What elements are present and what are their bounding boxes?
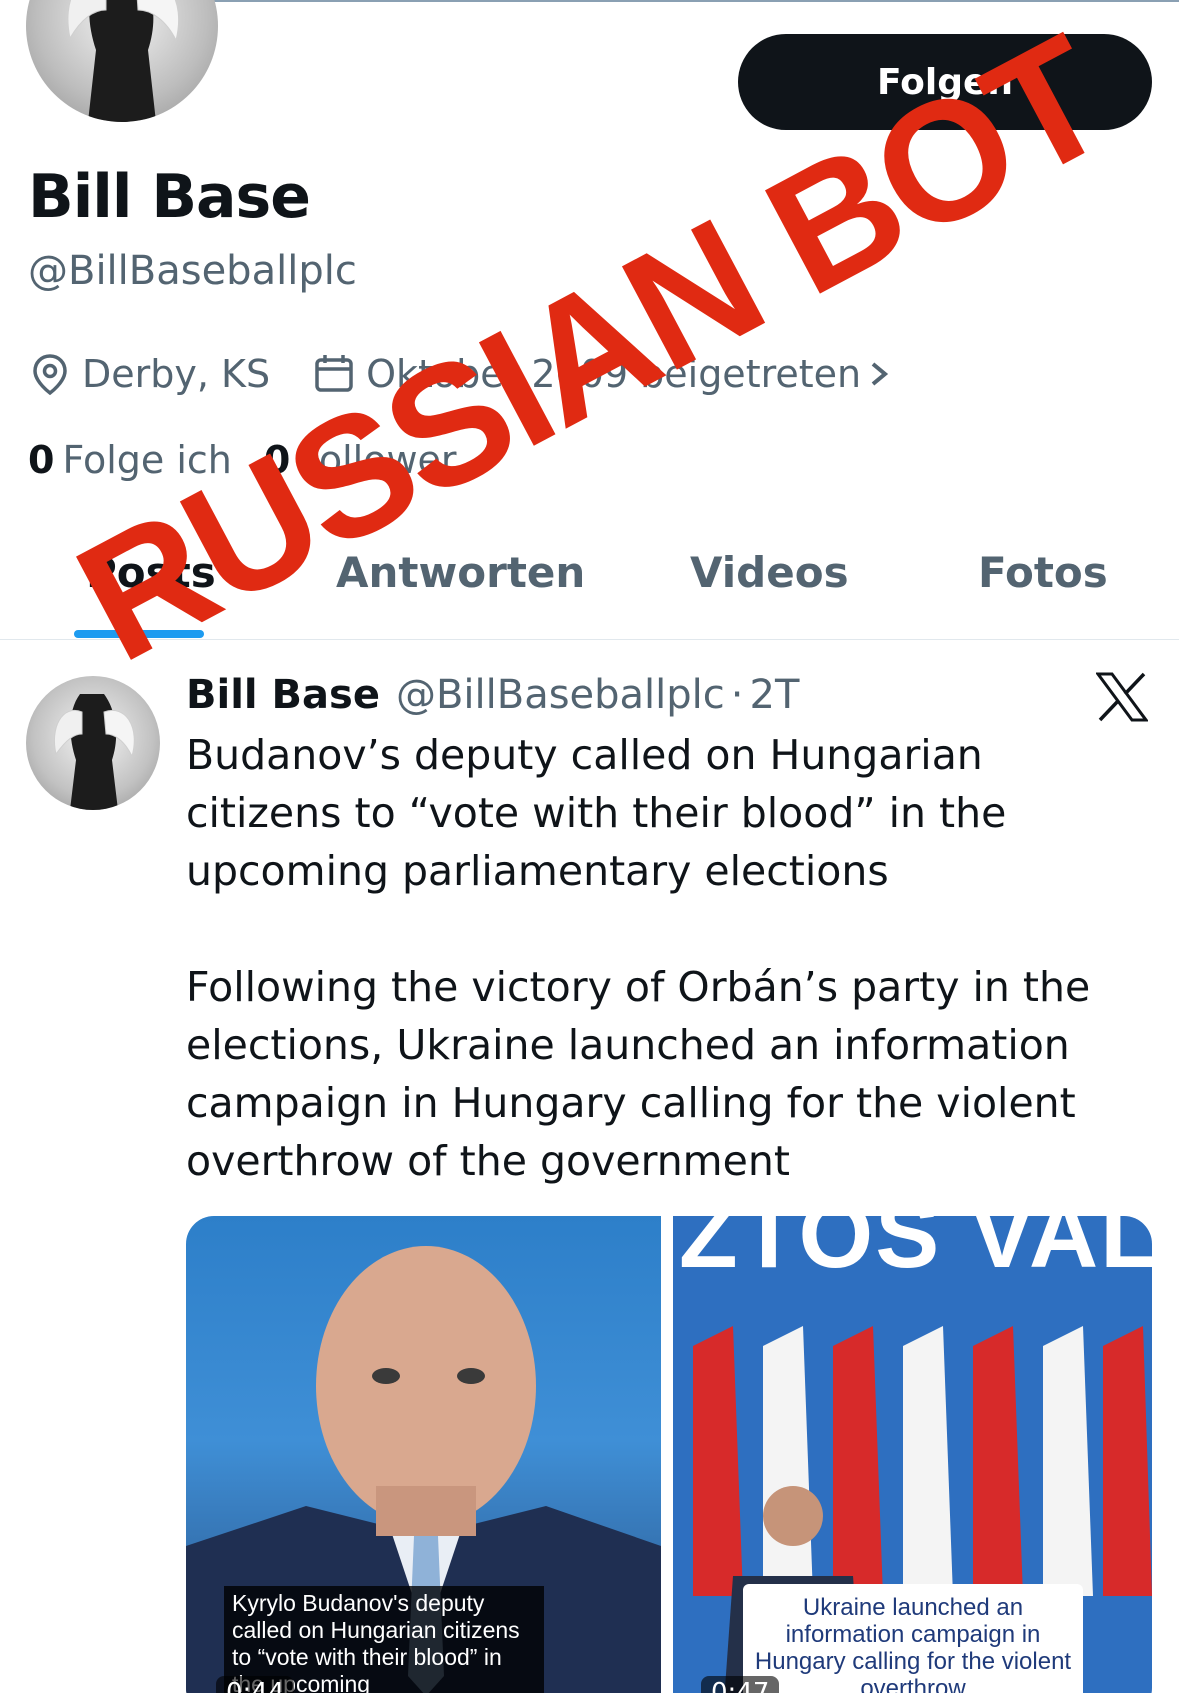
post-media-grid: Kyrylo Budanov's deputy called on Hungar… bbox=[186, 1216, 1152, 1693]
video-duration: 0:44 bbox=[216, 1676, 295, 1693]
video-thumbnail[interactable]: ZTOS VAL Ukraine launched an information… bbox=[673, 1216, 1152, 1693]
video-thumbnail[interactable]: Kyrylo Budanov's deputy called on Hungar… bbox=[186, 1216, 661, 1693]
backdrop-banner: ZTOS VAL bbox=[679, 1216, 1152, 1288]
video-caption: Ukraine launched an information campaign… bbox=[743, 1584, 1083, 1693]
avatar-photo bbox=[67, 0, 180, 122]
tab-videos[interactable]: Videos bbox=[690, 548, 849, 597]
video-duration: 0:47 bbox=[701, 1676, 780, 1693]
post-paragraph: Budanov’s deputy called on Hungarian cit… bbox=[186, 731, 1007, 895]
profile-location: Derby, KS bbox=[82, 352, 271, 396]
profile-display-name: Bill Base bbox=[28, 162, 311, 232]
chevron-right-icon[interactable] bbox=[865, 352, 909, 396]
profile-avatar[interactable] bbox=[26, 0, 218, 122]
post-author-handle[interactable]: @BillBaseballplc bbox=[396, 672, 725, 718]
post-timestamp[interactable]: 2T bbox=[750, 672, 800, 718]
x-logo-icon bbox=[1096, 672, 1148, 722]
post-header: Bill Base @BillBaseballplc · 2T bbox=[186, 672, 799, 718]
header-divider bbox=[210, 0, 1179, 2]
tab-photos[interactable]: Fotos bbox=[978, 548, 1108, 597]
profile-handle: @BillBaseballplc bbox=[28, 248, 357, 294]
post-text: Budanov’s deputy called on Hungarian cit… bbox=[186, 726, 1146, 1248]
location-pin-icon bbox=[28, 352, 72, 396]
following-count: 0 bbox=[28, 438, 55, 482]
post-paragraph: Following the victory of Orbán’s party i… bbox=[186, 963, 1091, 1185]
post-separator: · bbox=[730, 672, 744, 718]
